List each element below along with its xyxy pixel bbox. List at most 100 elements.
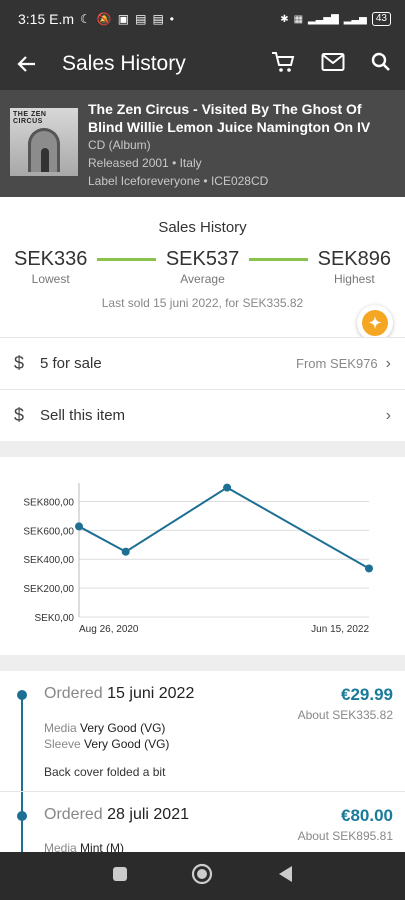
order-note: Back cover folded a bit <box>44 765 166 779</box>
pdf-icon-2: ▤ <box>152 12 164 26</box>
recents-button[interactable] <box>112 866 128 887</box>
home-circle-icon <box>192 863 213 884</box>
cart-icon <box>272 51 295 72</box>
mail-icon <box>321 52 345 71</box>
battery-indicator: 43 <box>371 12 391 26</box>
notification-icon: ▣ <box>117 12 130 26</box>
data-point[interactable] <box>75 522 83 531</box>
dollar-icon: $ <box>14 405 25 425</box>
sales-history-list: Ordered 15 juni 2022 €29.99 About SEK335… <box>0 671 405 852</box>
release-format: CD (Album) <box>88 138 151 152</box>
system-nav-bar <box>0 852 405 900</box>
album-cover: THE ZEN CIRCUS <box>10 108 78 176</box>
lowest-value: SEK336 <box>14 248 88 270</box>
chevron-right-icon: › <box>385 354 391 372</box>
mute-bell-icon: 🔕 <box>96 12 112 26</box>
order-date: 28 juli 2021 <box>107 806 189 823</box>
average-price: SEK537 Average <box>166 248 239 286</box>
last-sold: Last sold 15 juni 2022, for SEK335.82 <box>101 296 304 310</box>
data-point[interactable] <box>365 564 373 573</box>
search-button[interactable] <box>371 52 391 77</box>
square-icon <box>112 866 127 881</box>
accessibility-button[interactable]: ✦ <box>357 305 393 341</box>
media-condition: Media Mint (M) <box>44 841 124 852</box>
signal-icon-2: ▂▃▅ <box>343 13 367 25</box>
release-header[interactable]: THE ZEN CIRCUS The Zen Circus - Visited … <box>0 90 405 197</box>
timeline-line <box>21 693 23 852</box>
price-chart: SEK800,00 SEK600,00 SEK400,00 SEK200,00 SEK0… <box>23 483 373 635</box>
home-button[interactable] <box>191 863 213 890</box>
dot-icon: • <box>169 12 174 26</box>
app-bar: Sales History <box>0 38 405 90</box>
pdf-icon: ▤ <box>135 12 147 26</box>
order-line: Ordered 15 juni 2022 <box>44 685 194 703</box>
arrow-left-icon <box>17 56 35 72</box>
data-point[interactable] <box>121 547 130 556</box>
x-tick-label: Jun 15, 2022 <box>311 624 369 635</box>
release-label: Label Iceforeveryone • ICE028CD <box>88 174 269 188</box>
sleeve-grade: Very Good (VG) <box>84 737 170 751</box>
status-time: 3:15 E.m <box>18 11 75 27</box>
summary-title: Sales History <box>158 219 247 236</box>
page-title: Sales History <box>62 52 186 75</box>
chevron-right-icon: › <box>385 406 391 424</box>
timeline-dot <box>17 690 27 700</box>
sleeve-condition: Sleeve Very Good (VG) <box>44 737 169 751</box>
sell-item-label: Sell this item <box>40 407 126 424</box>
y-tick-label: SEK800,00 <box>23 497 74 508</box>
series-line <box>78 486 370 570</box>
sleeve-label: Sleeve <box>44 737 81 751</box>
release-date: Released 2001 • Italy <box>88 156 202 170</box>
for-sale-from: From SEK976 <box>296 356 378 371</box>
price-chart-card: SEK800,00 SEK600,00 SEK400,00 SEK200,00 SEK0… <box>0 457 405 655</box>
order-about-price: About SEK895.81 <box>297 829 393 843</box>
highest-value: SEK896 <box>317 248 392 270</box>
x-tick-label: Aug 26, 2020 <box>79 624 139 635</box>
y-tick-label: SEK0,00 <box>35 613 75 624</box>
back-nav-button[interactable] <box>277 865 293 888</box>
divider <box>0 791 405 792</box>
moon-icon: ☾ <box>80 12 91 26</box>
status-bar: 3:15 E.m ☾ 🔕 ▣ ▤ ▤ • ✱ ▦ ▂▃▅▇ ▂▃▅ 43 <box>0 0 405 38</box>
sell-item-row[interactable]: $ Sell this item › <box>0 389 405 441</box>
bluetooth-icon: ✱ <box>280 13 289 25</box>
average-label: Average <box>180 272 225 286</box>
volte-icon: ▦ <box>293 13 304 25</box>
lowest-label: Lowest <box>31 272 70 286</box>
ordered-label: Ordered <box>44 685 103 702</box>
highest-price: SEK896 Highest <box>318 248 391 286</box>
order-date: 15 juni 2022 <box>107 685 195 702</box>
signal-icon: ▂▃▅▇ <box>308 13 339 25</box>
accessibility-icon: ✦ <box>362 310 388 336</box>
for-sale-row[interactable]: $ 5 for sale From SEK976 › <box>0 337 405 389</box>
average-value: SEK537 <box>165 248 240 270</box>
sales-summary: Sales History SEK336 Lowest SEK537 Avera… <box>0 197 405 341</box>
order-about-price: About SEK335.82 <box>297 708 393 722</box>
media-grade: Very Good (VG) <box>80 721 166 735</box>
cart-button[interactable] <box>271 51 295 78</box>
media-label: Media <box>44 841 77 852</box>
ordered-label: Ordered <box>44 806 103 823</box>
media-condition: Media Very Good (VG) <box>44 721 165 735</box>
y-tick-label: SEK200,00 <box>23 584 74 595</box>
order-price: €29.99 <box>341 685 393 704</box>
timeline-dot <box>17 811 27 821</box>
order-price: €80.00 <box>341 806 393 825</box>
media-grade: Mint (M) <box>80 841 125 852</box>
highest-label: Highest <box>333 272 375 286</box>
data-point[interactable] <box>223 483 232 492</box>
for-sale-label: 5 for sale <box>40 355 102 372</box>
range-line <box>249 257 308 261</box>
range-line <box>97 257 156 261</box>
lowest-price: SEK336 Lowest <box>14 248 87 286</box>
triangle-back-icon <box>279 865 293 882</box>
messages-button[interactable] <box>321 52 345 77</box>
y-tick-label: SEK600,00 <box>23 526 74 537</box>
back-button[interactable] <box>0 54 54 74</box>
y-tick-label: SEK400,00 <box>23 555 74 566</box>
release-title: The Zen Circus - Visited By The Ghost Of… <box>88 101 371 135</box>
search-icon <box>371 52 390 71</box>
dollar-icon: $ <box>14 353 25 373</box>
media-label: Media <box>44 721 77 735</box>
order-line: Ordered 28 juli 2021 <box>44 806 189 824</box>
